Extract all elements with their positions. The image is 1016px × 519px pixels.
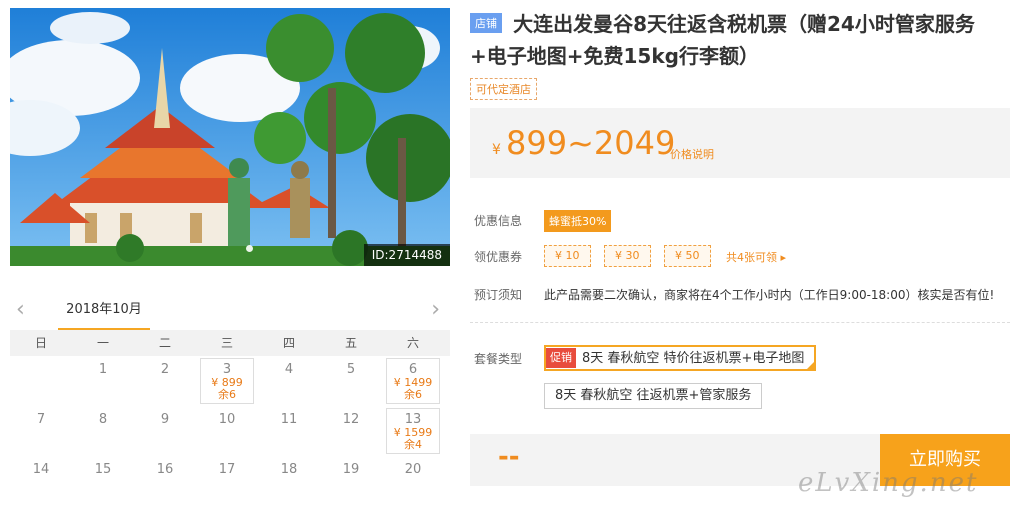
calendar-day[interactable]: 12: [320, 406, 382, 456]
calendar-day-day: 7: [36, 412, 46, 427]
calendar-day[interactable]: 16: [134, 456, 196, 506]
temple-photo-image: [10, 8, 450, 266]
calendar-day-day: 4: [284, 362, 294, 377]
calendar-day-day: 16: [156, 462, 174, 477]
honey-discount-tag: 蜂蜜抵30%: [544, 210, 612, 232]
calendar-day[interactable]: 15: [72, 456, 134, 506]
weekday-label: 三: [220, 336, 233, 350]
site-watermark: eLvXing.net: [798, 468, 979, 498]
product-title-row: 店铺 大连出发曼谷8天往返含税机票（赠24小时管家服务+电子地图+免费15kg行…: [470, 8, 1010, 72]
calendar-day-day: 20: [404, 462, 422, 477]
coupon-30[interactable]: ¥ 30: [604, 245, 651, 267]
package-option-label: 8天 春秋航空 往返机票+管家服务: [555, 388, 752, 403]
carousel-indicator[interactable]: [246, 245, 253, 252]
calendar-day-available[interactable]: 13 ¥ 1599 余4: [382, 406, 444, 456]
sale-badge: 促销: [546, 348, 576, 368]
weekday-label: 四: [282, 336, 295, 350]
calendar-day-day: 9: [160, 412, 170, 427]
more-coupons-link[interactable]: 共4张可领 ▸: [726, 249, 786, 265]
calendar-day-day: 14: [32, 462, 50, 477]
calendar-day-available[interactable]: 3 ¥ 899 余6: [196, 356, 258, 406]
calendar-day[interactable]: 10: [196, 406, 258, 456]
calendar-day[interactable]: 11: [258, 406, 320, 456]
weekday-label: 二: [158, 336, 171, 350]
next-month-chevron-icon[interactable]: ›: [431, 298, 440, 322]
calendar-day-stock: 余4: [404, 438, 422, 451]
section-divider: [470, 322, 1010, 323]
calendar-day-day: 17: [218, 462, 236, 477]
selected-price: --: [498, 442, 520, 472]
calendar-day-day: 2: [160, 362, 170, 377]
store-badge[interactable]: 店铺: [470, 13, 502, 33]
calendar-day-available[interactable]: 6 ¥ 1499 余6: [382, 356, 444, 406]
price-explain-link[interactable]: 价格说明: [670, 146, 714, 162]
calendar-day-stock: 余6: [218, 388, 236, 401]
calendar-day-day: 3: [222, 362, 232, 377]
calendar-day-day: 1: [98, 362, 108, 377]
photo-id-label: ID:2714488: [363, 244, 450, 266]
calendar-month-tab[interactable]: 2018年10月: [58, 290, 150, 330]
booking-notice-label: 预订须知: [474, 288, 523, 302]
weekday-label: 五: [344, 336, 357, 350]
calendar-day[interactable]: 7: [10, 406, 72, 456]
coupon-label: 领优惠券: [474, 250, 523, 264]
calendar-day[interactable]: 14: [10, 456, 72, 506]
hotel-booking-tag: 可代定酒店: [470, 78, 537, 100]
calendar-day-day: 8: [98, 412, 108, 427]
prev-month-chevron-icon[interactable]: ‹: [16, 298, 25, 322]
calendar-day[interactable]: 5: [320, 356, 382, 406]
calendar-day[interactable]: 1: [72, 356, 134, 406]
package-type-label: 套餐类型: [474, 352, 523, 366]
coupon-50[interactable]: ¥ 50: [664, 245, 711, 267]
calendar-header: ‹ 2018年10月 ›: [10, 290, 450, 330]
coupon-10[interactable]: ¥ 10: [544, 245, 591, 267]
calendar-day[interactable]: 18: [258, 456, 320, 506]
price-panel: ¥ 899~2049 价格说明: [470, 108, 1010, 178]
calendar-day-day: 15: [94, 462, 112, 477]
currency-symbol: ¥: [492, 142, 501, 158]
calendar-day-day: 13: [404, 412, 422, 427]
calendar-day: [10, 356, 72, 406]
product-title: 大连出发曼谷8天往返含税机票（赠24小时管家服务+电子地图+免费15kg行李额）: [470, 12, 975, 68]
calendar-weekday-row: 日 一 二 三 四 五 六: [10, 330, 450, 356]
calendar-day-day: 5: [346, 362, 356, 377]
calendar-day-day: 19: [342, 462, 360, 477]
weekday-label: 六: [406, 336, 419, 350]
calendar-day-grid: 1 2 3 ¥ 899 余6 4 5 6 ¥ 1499 余6 7 8 9 10 11 12 13 ¥ 1599 余4…: [10, 356, 450, 506]
calendar-day[interactable]: 9: [134, 406, 196, 456]
promo-info-label: 优惠信息: [474, 214, 523, 228]
calendar-day[interactable]: 19: [320, 456, 382, 506]
calendar-day-day: 12: [342, 412, 360, 427]
calendar-day-day: 18: [280, 462, 298, 477]
calendar-day[interactable]: 8: [72, 406, 134, 456]
calendar-day[interactable]: 20: [382, 456, 444, 506]
calendar-day-day: 10: [218, 412, 236, 427]
calendar-day[interactable]: 17: [196, 456, 258, 506]
weekday-label: 日: [34, 336, 47, 350]
calendar-day[interactable]: 4: [258, 356, 320, 406]
weekday-label: 一: [96, 336, 109, 350]
package-option-label: 8天 春秋航空 特价往返机票+电子地图: [582, 351, 805, 366]
calendar-day-day: 6: [408, 362, 418, 377]
calendar-day[interactable]: 2: [134, 356, 196, 406]
package-option-selected[interactable]: 促销 8天 春秋航空 特价往返机票+电子地图: [544, 345, 817, 371]
package-option[interactable]: 8天 春秋航空 往返机票+管家服务: [544, 383, 763, 409]
date-calendar: ‹ 2018年10月 › 日 一 二 三 四 五 六 1 2 3 ¥ 899 余6 4 5 6…: [10, 290, 450, 519]
product-photo[interactable]: ID:2714488: [10, 8, 450, 266]
calendar-day-stock: 余6: [404, 388, 422, 401]
booking-notice-text: 此产品需要二次确认，商家将在4个工作小时内（工作日9:00-18:00）核实是否…: [544, 288, 995, 302]
price-range: 899~2049: [506, 124, 676, 162]
calendar-day-day: 11: [280, 412, 298, 427]
